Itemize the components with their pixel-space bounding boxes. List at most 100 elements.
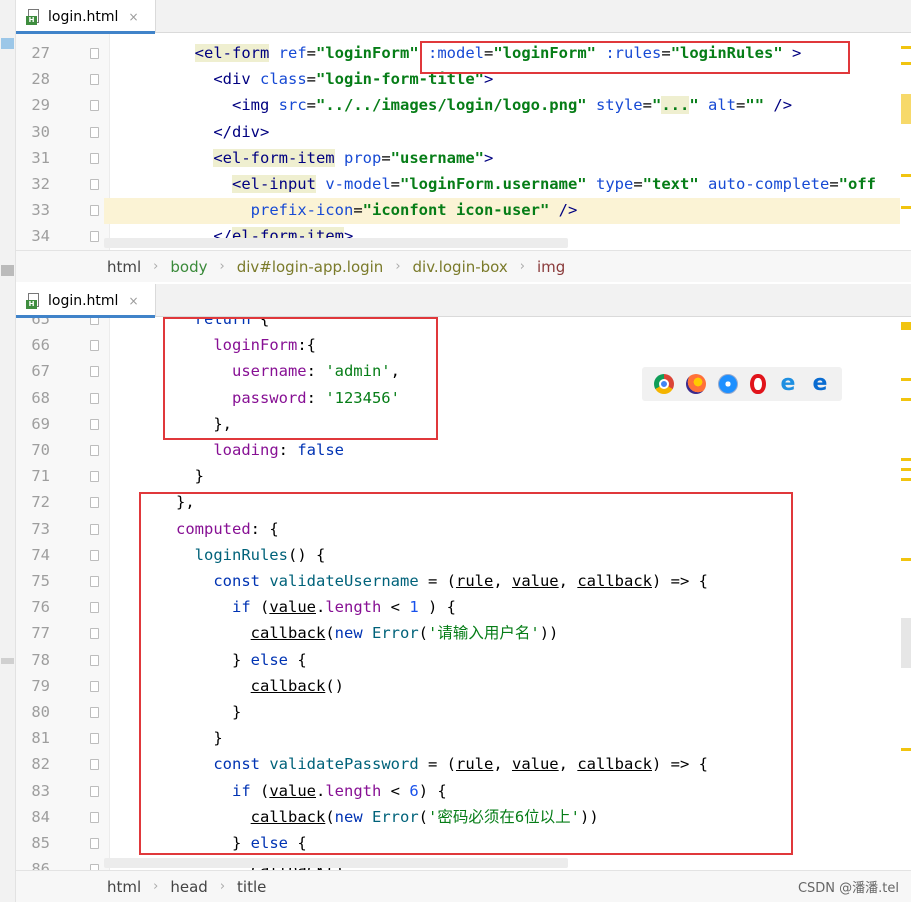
firefox-icon[interactable] bbox=[686, 374, 706, 394]
fold-marker-icon[interactable] bbox=[90, 205, 99, 217]
code-line[interactable]: 70 loading: false bbox=[16, 437, 911, 463]
line-number: 72 bbox=[31, 493, 50, 512]
fold-marker-icon[interactable] bbox=[90, 318, 99, 325]
project-folder-icon[interactable] bbox=[1, 38, 14, 49]
tab-login-html-top[interactable]: H login.html × bbox=[16, 0, 156, 34]
line-number: 86 bbox=[31, 860, 50, 870]
fold-marker-icon[interactable] bbox=[90, 680, 99, 692]
code-line[interactable]: 65 return { bbox=[16, 318, 911, 332]
line-number: 69 bbox=[31, 414, 50, 433]
line-number: 84 bbox=[31, 807, 50, 826]
scroll-marker bbox=[901, 748, 911, 751]
top-horizontal-scrollbar[interactable] bbox=[104, 238, 568, 248]
scroll-thumb[interactable] bbox=[901, 94, 911, 124]
line-number: 65 bbox=[31, 318, 50, 328]
breadcrumb-separator-icon: › bbox=[153, 879, 159, 894]
fold-marker-icon[interactable] bbox=[90, 126, 99, 138]
breadcrumb-item[interactable]: div.login-box bbox=[413, 258, 508, 276]
fold-marker-icon[interactable] bbox=[90, 497, 99, 509]
code-line[interactable]: 69 }, bbox=[16, 411, 911, 437]
bottom-breadcrumb: html › head › title bbox=[16, 870, 911, 902]
chrome-icon[interactable] bbox=[654, 374, 674, 394]
breadcrumb-separator-icon: › bbox=[219, 879, 226, 894]
tab-login-html-bottom[interactable]: H login.html × bbox=[16, 284, 156, 318]
breadcrumb-item[interactable]: div#login-app.login bbox=[237, 258, 384, 276]
bottom-tab-bar: H login.html × bbox=[16, 284, 911, 318]
code-line[interactable]: 71 } bbox=[16, 463, 911, 489]
fold-marker-icon[interactable] bbox=[90, 733, 99, 745]
line-number: 33 bbox=[31, 201, 50, 220]
close-tab-icon[interactable]: × bbox=[128, 10, 138, 24]
breadcrumb-item[interactable]: html bbox=[107, 258, 141, 276]
code-line[interactable]: 29 <img src="../../images/login/logo.png… bbox=[16, 92, 911, 118]
folder-icon[interactable] bbox=[1, 265, 14, 276]
fold-marker-icon[interactable] bbox=[90, 576, 99, 587]
line-number: 77 bbox=[31, 624, 50, 643]
breadcrumb-item[interactable]: html bbox=[107, 878, 141, 896]
fold-marker-icon[interactable] bbox=[90, 628, 99, 640]
fold-marker-icon[interactable] bbox=[90, 549, 99, 561]
fold-marker-icon[interactable] bbox=[90, 366, 99, 378]
code-line[interactable]: 32 <el-input v-model="loginForm.username… bbox=[16, 171, 911, 197]
breadcrumb-item[interactable]: head bbox=[170, 878, 207, 896]
fold-marker-icon[interactable] bbox=[90, 100, 99, 112]
code-line[interactable]: 31 <el-form-item prop="username"> bbox=[16, 145, 911, 171]
code-line[interactable]: 33 prefix-icon="iconfont icon-user" /> bbox=[16, 197, 911, 223]
fold-marker-icon[interactable] bbox=[90, 811, 99, 823]
line-number: 68 bbox=[31, 388, 50, 407]
breadcrumb-separator-icon: › bbox=[153, 259, 159, 274]
line-number: 82 bbox=[31, 755, 50, 774]
breadcrumb-separator-icon: › bbox=[519, 259, 525, 274]
fold-marker-icon[interactable] bbox=[90, 785, 99, 797]
fold-marker-icon[interactable] bbox=[90, 445, 99, 456]
breadcrumb-separator-icon: › bbox=[219, 259, 225, 274]
html-file-icon: H bbox=[26, 292, 41, 309]
fold-marker-icon[interactable] bbox=[90, 523, 99, 535]
code-line[interactable]: 30 </div> bbox=[16, 119, 911, 145]
breadcrumb-item[interactable]: img bbox=[537, 258, 565, 276]
fold-marker-icon[interactable] bbox=[90, 759, 99, 771]
bottom-vertical-scrollbar[interactable] bbox=[900, 318, 911, 870]
scroll-marker bbox=[901, 468, 911, 471]
line-number: 74 bbox=[31, 545, 50, 564]
safari-icon[interactable] bbox=[718, 374, 738, 394]
fold-marker-icon[interactable] bbox=[90, 74, 99, 86]
bottom-horizontal-scrollbar[interactable] bbox=[104, 858, 568, 868]
line-number: 83 bbox=[31, 781, 50, 800]
breadcrumb-item[interactable]: body bbox=[170, 258, 207, 276]
fold-marker-icon[interactable] bbox=[90, 48, 99, 59]
fold-marker-icon[interactable] bbox=[90, 392, 99, 404]
line-number: 31 bbox=[31, 148, 50, 167]
browser-preview-bar: e e bbox=[642, 367, 842, 401]
highlight-box-model-rules bbox=[420, 41, 850, 74]
opera-icon[interactable] bbox=[750, 374, 766, 394]
fold-marker-icon[interactable] bbox=[90, 179, 99, 190]
close-tab-icon[interactable]: × bbox=[128, 294, 138, 308]
code-text: prefix-icon="iconfont icon-user" /> bbox=[250, 201, 578, 220]
tab-filename: login.html bbox=[48, 292, 119, 309]
code-text: } bbox=[120, 467, 204, 486]
code-text: </div> bbox=[213, 122, 270, 141]
breadcrumb-item[interactable]: title bbox=[237, 878, 266, 896]
line-number: 29 bbox=[31, 96, 50, 115]
fold-marker-icon[interactable] bbox=[90, 471, 99, 483]
highlight-box-computed-rules bbox=[139, 492, 793, 855]
line-number: 71 bbox=[31, 467, 50, 486]
top-vertical-scrollbar[interactable] bbox=[900, 34, 911, 250]
line-number: 70 bbox=[31, 441, 50, 459]
fold-marker-icon[interactable] bbox=[90, 838, 99, 849]
fold-marker-icon[interactable] bbox=[90, 340, 99, 352]
scroll-thumb[interactable] bbox=[901, 618, 911, 668]
fold-marker-icon[interactable] bbox=[90, 418, 99, 430]
fold-marker-icon[interactable] bbox=[90, 707, 99, 718]
fold-marker-icon[interactable] bbox=[90, 152, 99, 164]
edge-icon[interactable]: e bbox=[810, 373, 830, 395]
line-number: 81 bbox=[31, 729, 50, 748]
line-number: 30 bbox=[31, 122, 50, 141]
line-number: 80 bbox=[31, 703, 50, 721]
fold-marker-icon[interactable] bbox=[90, 602, 99, 614]
fold-marker-icon[interactable] bbox=[90, 231, 99, 243]
code-line[interactable]: 66 loginForm:{ bbox=[16, 332, 911, 358]
ie-icon[interactable]: e bbox=[778, 373, 798, 395]
fold-marker-icon[interactable] bbox=[90, 654, 99, 666]
